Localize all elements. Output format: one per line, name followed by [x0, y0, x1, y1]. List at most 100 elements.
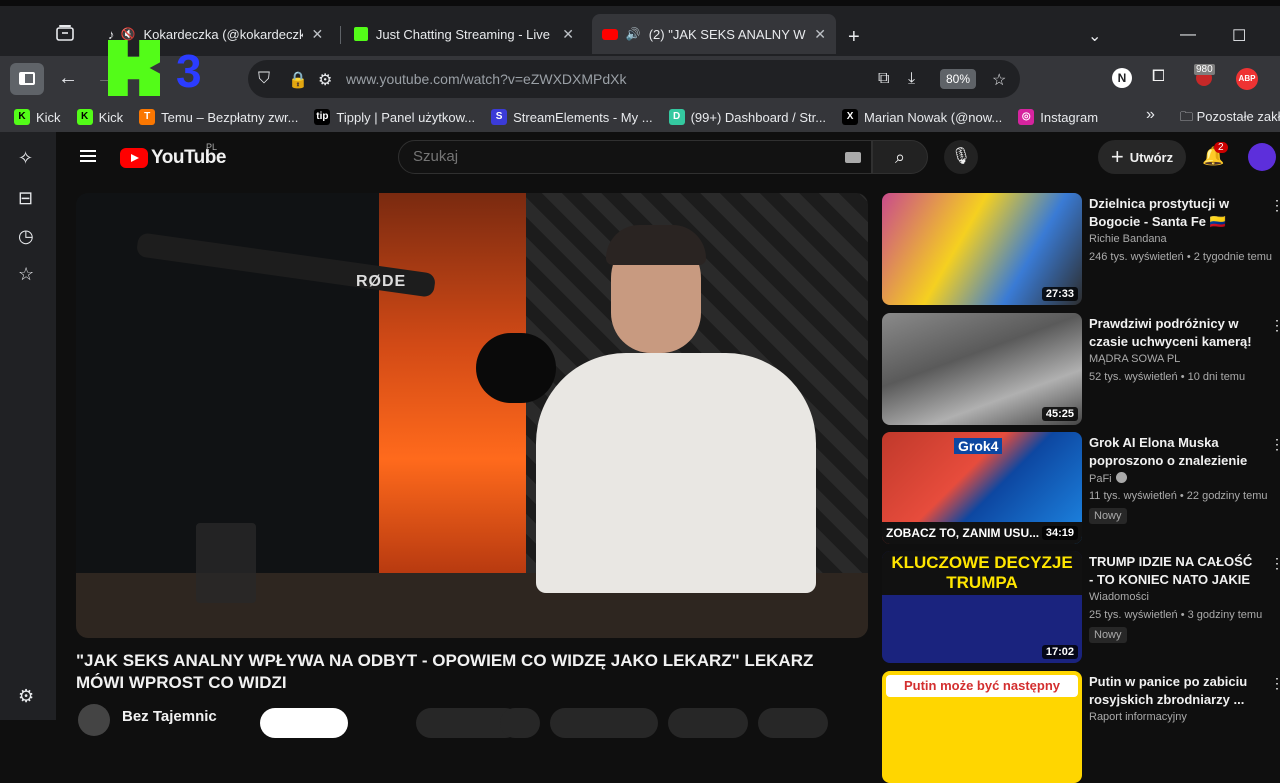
back-arrow-icon[interactable]: ← — [58, 67, 78, 90]
recommendation-title[interactable]: TRUMP IDZIE NA CAŁOŚĆ - TO KONIEC NATO J… — [1089, 553, 1259, 589]
more-actions-icon[interactable]: ⋮ — [1270, 555, 1280, 572]
recommendation-title[interactable]: Dzielnica prostytucji w Bogocie - Santa … — [1089, 195, 1259, 231]
tab-tiktok[interactable]: ♪ 🔇 Kokardeczka (@kokardeczka ✕ — [98, 14, 338, 54]
close-tab-icon[interactable]: ✕ — [311, 26, 323, 43]
extension-n-icon[interactable]: N — [1112, 68, 1132, 88]
recommendation-channel-label: PaFi — [1089, 473, 1112, 485]
recommendation-title[interactable]: Putin w panice po zabiciu rosyjskich zbr… — [1089, 673, 1259, 709]
save-button[interactable] — [668, 708, 748, 738]
channel-avatar[interactable] — [78, 704, 110, 736]
bookmark-item[interactable]: T Temu – Bezpłatny zwr... — [139, 109, 298, 125]
speaker-icon[interactable]: 🔊 — [626, 27, 641, 41]
subscribe-button[interactable] — [260, 708, 348, 738]
more-actions-icon[interactable]: ⋮ — [1270, 197, 1280, 214]
picture-in-picture-icon[interactable]: ⧉ — [878, 70, 889, 88]
recommendation-channel[interactable]: MĄDRA SOWA PL — [1089, 353, 1180, 365]
tab-label: Kokardeczka (@kokardeczka — [143, 26, 304, 42]
duration-badge: 34:19 — [1041, 526, 1078, 540]
search-button[interactable]: ⌕ — [872, 140, 928, 174]
search-input[interactable] — [413, 148, 833, 165]
site-settings-icon[interactable]: ⚙ — [318, 70, 332, 90]
bookmarks-bar: K Kick K Kick T Temu – Bezpłatny zwr... tip Tip… — [0, 102, 1280, 132]
recommendation-item[interactable]: KLUCZOWE DECYZJE TRUMPA 17:02 TRUMP IDZI… — [882, 551, 1280, 663]
recommendation-item[interactable]: 45:25 Prawdziwi podróżnicy w czasie uchw… — [882, 313, 1280, 425]
bookmarks-more-icon[interactable]: » — [1146, 106, 1155, 124]
zoom-level[interactable]: 80% — [940, 69, 976, 89]
duration-badge: 45:25 — [1041, 407, 1078, 421]
recommendation-channel[interactable]: Wiadomości — [1089, 591, 1149, 603]
verified-icon — [1115, 472, 1127, 483]
share-button[interactable] — [500, 708, 540, 738]
more-actions-icon[interactable]: ⋮ — [1270, 675, 1280, 692]
ai-sparkle-icon[interactable]: ✧ — [18, 148, 33, 169]
close-tab-icon[interactable]: ✕ — [814, 26, 826, 43]
recommendation-channel[interactable]: PaFi — [1089, 472, 1127, 485]
recommendation-channel[interactable]: Raport informacyjny — [1089, 711, 1187, 723]
video-thumbnail[interactable]: 27:33 — [882, 193, 1082, 305]
lock-icon[interactable]: 🔒 — [288, 70, 308, 90]
sidebar-toggle-button[interactable] — [10, 63, 44, 95]
recommendation-item[interactable]: 27:33 Dzielnica prostytucji w Bogocie - … — [882, 193, 1280, 305]
notifications-badge: 2 — [1214, 142, 1228, 153]
settings-gear-icon[interactable]: ⚙ — [18, 686, 34, 707]
tab-kick[interactable]: Just Chatting Streaming - Live St ✕ — [344, 14, 584, 54]
bookmark-item[interactable]: tip Tipply | Panel użytkow... — [314, 109, 475, 125]
create-button[interactable]: + Utwórz — [1098, 140, 1186, 174]
recommendation-title[interactable]: Grok AI Elona Muska poproszono o znalezi… — [1089, 434, 1259, 470]
channel-name[interactable]: Bez Tajemnic — [122, 708, 217, 725]
more-actions-icon[interactable]: ⋮ — [1270, 317, 1280, 334]
history-clock-icon[interactable]: ◷ — [18, 226, 34, 247]
bookmark-label: StreamElements - My ... — [513, 109, 653, 125]
more-actions-icon[interactable]: ⋮ — [1270, 436, 1280, 453]
bookmark-item[interactable]: X Marian Nowak (@now... — [842, 109, 1002, 125]
video-player[interactable]: RØDE — [76, 193, 868, 638]
download-icon[interactable]: ⤓ — [908, 70, 915, 88]
plus-icon: + — [1110, 144, 1124, 169]
mute-icon[interactable]: 🔇 — [121, 27, 136, 41]
close-tab-icon[interactable]: ✕ — [562, 26, 574, 43]
overlay-digit: 3 — [176, 45, 202, 97]
saved-icon[interactable]: ⊟ — [18, 188, 33, 209]
adblock-icon[interactable]: ABP — [1236, 68, 1258, 90]
bookmark-star-icon[interactable]: ☆ — [992, 70, 1006, 90]
new-badge: Nowy — [1089, 508, 1127, 524]
recommendation-item[interactable]: Grok4 ZOBACZ TO, ZANIM USU... 34:19 Grok… — [882, 432, 1280, 544]
address-bar[interactable]: ⛉ 🔒 ⚙ www.youtube.com/watch?v=eZWXDXMPdX… — [248, 60, 1020, 98]
recommendation-title[interactable]: Prawdziwi podróżnicy w czasie uchwyceni … — [1089, 315, 1259, 351]
account-avatar[interactable] — [1248, 143, 1276, 171]
bookmark-item[interactable]: K Kick — [76, 109, 123, 125]
video-scene-mic-brand: RØDE — [356, 273, 407, 290]
extensions-puzzle-icon[interactable]: ⧠ — [1152, 68, 1165, 86]
new-tab-button[interactable]: + — [848, 26, 860, 49]
video-thumbnail[interactable]: Putin może być następny — [882, 671, 1082, 783]
url-text[interactable]: www.youtube.com/watch?v=eZWXDXMPdXk — [346, 71, 627, 87]
tab-search-chevron-icon[interactable]: ⌄ — [1088, 26, 1101, 46]
menu-icon[interactable] — [80, 150, 96, 162]
tab-label: (2) "JAK SEKS ANALNY WPŁY — [648, 26, 807, 42]
bookmark-item[interactable]: ◎ Instagram — [1018, 109, 1098, 125]
voice-search-button[interactable]: 🎙 — [944, 140, 978, 174]
bookmark-item[interactable]: D (99+) Dashboard / Str... — [668, 109, 826, 125]
video-thumbnail[interactable]: 45:25 — [882, 313, 1082, 425]
keyboard-icon[interactable] — [845, 152, 861, 163]
search-box — [398, 140, 872, 174]
bookmark-item[interactable]: S StreamElements - My ... — [491, 109, 653, 125]
minimize-button[interactable]: — — [1180, 26, 1196, 44]
recommendation-channel[interactable]: Richie Bandana — [1089, 233, 1167, 245]
bookmark-label: Tipply | Panel użytkow... — [336, 109, 476, 125]
thanks-button[interactable] — [550, 708, 658, 738]
maximize-button[interactable]: ☐ — [1232, 26, 1246, 46]
bookmarks-folder[interactable]: 🗀 Pozostałe zakł — [1180, 108, 1280, 130]
youtube-play-icon — [120, 148, 148, 168]
clip-button[interactable] — [758, 708, 828, 738]
favorites-star-icon[interactable]: ☆ — [18, 264, 34, 285]
bookmark-item[interactable]: K Kick — [14, 109, 61, 125]
search-icon: ⌕ — [894, 147, 906, 167]
tab-actions-icon[interactable] — [54, 22, 78, 46]
microphone-icon: 🎙 — [950, 148, 972, 165]
tab-youtube[interactable]: 🔊 (2) "JAK SEKS ANALNY WPŁY ✕ — [592, 14, 836, 54]
shield-icon[interactable]: ⛉ — [258, 70, 270, 88]
video-thumbnail[interactable]: KLUCZOWE DECYZJE TRUMPA 17:02 — [882, 551, 1082, 663]
recommendation-item[interactable]: Putin może być następny Putin w panice p… — [882, 671, 1280, 783]
video-thumbnail[interactable]: Grok4 ZOBACZ TO, ZANIM USU... 34:19 — [882, 432, 1082, 544]
